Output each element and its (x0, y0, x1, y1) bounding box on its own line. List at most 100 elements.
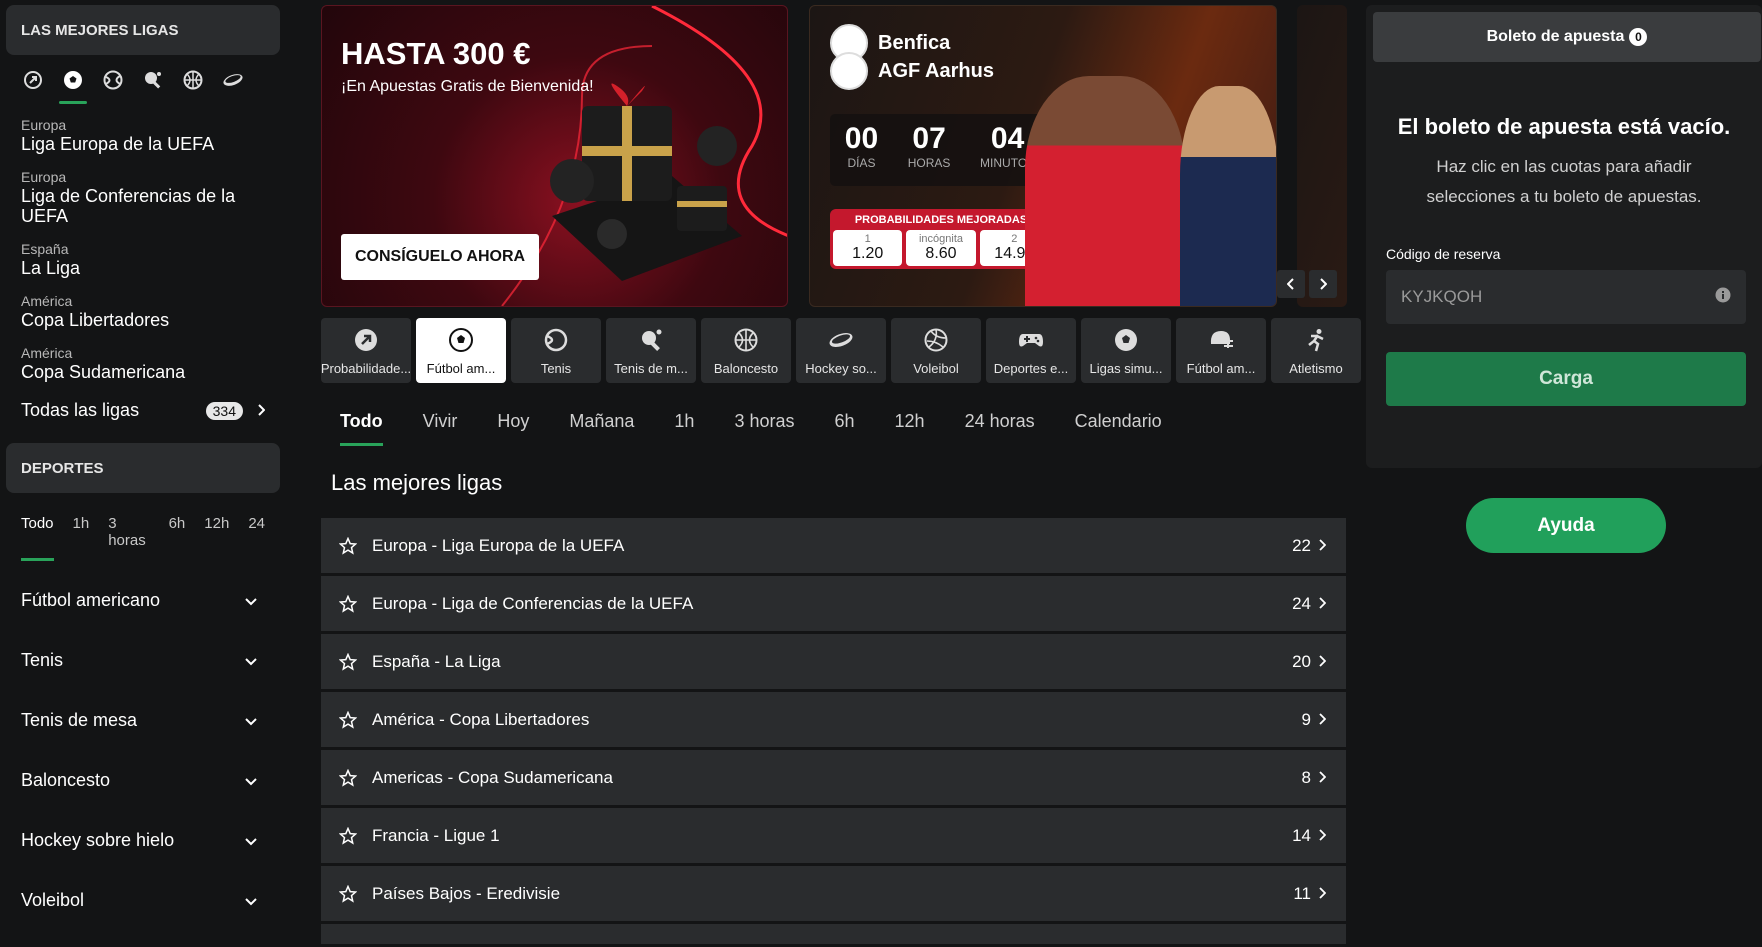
sport-tab-esports[interactable]: Deportes e... (986, 318, 1076, 383)
sport-tab-probabilities[interactable]: Probabilidade... (321, 318, 411, 383)
all-leagues-link[interactable]: Todas las ligas 334 (0, 400, 286, 421)
league-row[interactable]: España - La Liga 20 (321, 634, 1346, 689)
sport-tab-tennis[interactable]: Tenis (511, 318, 601, 383)
star-icon[interactable] (339, 884, 357, 903)
tab-todo[interactable]: Todo (340, 411, 383, 446)
league-row-count: 8 (1301, 767, 1311, 787)
odd-key: incógnita (918, 233, 964, 245)
betslip-header[interactable]: Boleto de apuesta 0 (1373, 12, 1761, 62)
next-banner-preview[interactable] (1297, 5, 1347, 307)
tab-tomorrow[interactable]: Mañana (569, 411, 634, 432)
league-category: España (21, 241, 69, 257)
league-row[interactable]: Europa - Liga de Conferencias de la UEFA… (321, 576, 1346, 631)
league-row-count: 11 (1293, 883, 1311, 903)
sidebar-sport-item[interactable]: Tenis de mesa (0, 690, 286, 750)
tab-label: Fútbol am... (1186, 361, 1256, 376)
load-button[interactable]: Carga (1386, 352, 1746, 406)
running-icon (1304, 328, 1328, 352)
table-tennis-icon[interactable] (142, 69, 164, 91)
promo-banner[interactable]: HASTA 300 € ¡En Apuestas Gratis de Bienv… (321, 5, 788, 307)
sport-tab-american-football[interactable]: Fútbol am... (1176, 318, 1266, 383)
sidebar-filter-6h[interactable]: 6h (169, 515, 186, 549)
chevron-right-icon (1319, 826, 1327, 846)
sidebar-sport-item[interactable]: Hockey sobre hielo (0, 810, 286, 870)
star-icon[interactable] (339, 594, 357, 613)
league-row[interactable]: América - Copa Libertadores 9 (321, 692, 1346, 747)
booking-code-label: Código de reserva (1386, 246, 1501, 262)
sport-label: Fútbol americano (21, 589, 161, 610)
sidebar-sport-item[interactable]: Tenis (0, 630, 286, 690)
tab-1h[interactable]: 1h (674, 411, 694, 432)
sidebar-league[interactable]: América Copa Sudamericana (0, 345, 286, 382)
league-row[interactable]: Americas - Copa Sudamericana 8 (321, 750, 1346, 805)
sport-tab-football[interactable]: Fútbol am... (416, 318, 506, 383)
odd-button-draw[interactable]: incógnita 8.60 (906, 230, 976, 266)
league-name: La Liga (21, 258, 81, 278)
league-row-count: 20 (1292, 651, 1311, 671)
league-row-count-group: 8 (1301, 767, 1327, 788)
days-label: DÍAS (847, 156, 876, 170)
sidebar-time-filter: Todo 1h 3 horas 6h 12h 24 (0, 515, 286, 561)
league-row-count: 22 (1292, 535, 1311, 555)
probability-icon[interactable] (22, 69, 44, 91)
sidebar-filter-1h[interactable]: 1h (73, 515, 90, 549)
league-category: Europa (21, 169, 67, 185)
tab-live[interactable]: Vivir (423, 411, 458, 432)
league-row-partial[interactable] (321, 924, 1346, 944)
tennis-icon[interactable] (102, 69, 124, 91)
soccer-icon[interactable] (59, 69, 87, 104)
sport-label: Tenis (21, 649, 64, 670)
carousel-next-button[interactable] (1309, 270, 1337, 298)
league-row-count-group: 20 (1292, 651, 1327, 672)
star-icon[interactable] (339, 826, 357, 845)
carousel-prev-button[interactable] (1277, 270, 1305, 298)
basketball-icon (734, 328, 758, 352)
hockey-icon[interactable] (222, 69, 244, 91)
booking-code-input[interactable] (1401, 287, 1715, 307)
sport-tab-table-tennis[interactable]: Tenis de m... (606, 318, 696, 383)
sidebar-league[interactable]: Europa Liga de Conferencias de la UEFA (0, 169, 286, 226)
basketball-icon[interactable] (182, 69, 204, 91)
tab-12h[interactable]: 12h (895, 411, 925, 432)
sidebar-filter-3h[interactable]: 3 horas (108, 515, 149, 549)
league-row-count: 24 (1292, 593, 1311, 613)
tennis-icon (544, 328, 568, 352)
star-icon[interactable] (339, 710, 357, 729)
sidebar-filter-24[interactable]: 24 (248, 515, 265, 549)
sidebar-filter-12h[interactable]: 12h (204, 515, 229, 549)
gamepad-icon (1018, 328, 1044, 352)
sidebar-sport-item[interactable]: Voleibol (0, 870, 286, 930)
odd-button-home[interactable]: 1 1.20 (833, 230, 903, 266)
info-icon[interactable] (1715, 287, 1731, 308)
sidebar-sport-item[interactable]: Fútbol americano (0, 570, 286, 630)
football-helmet-icon (1208, 328, 1234, 352)
sport-tab-simulated-leagues[interactable]: Ligas simu... (1081, 318, 1171, 383)
sidebar-league[interactable]: América Copa Libertadores (0, 293, 286, 330)
league-row[interactable]: Francia - Ligue 1 14 (321, 808, 1346, 863)
promo-cta-button[interactable]: CONSÍGUELO AHORA (341, 234, 540, 280)
tab-label: Fútbol am... (426, 361, 496, 376)
sidebar-sport-item[interactable]: Baloncesto (0, 750, 286, 810)
chevron-right-icon (1319, 768, 1327, 788)
star-icon[interactable] (339, 768, 357, 787)
match-banner[interactable]: Benfica AGF Aarhus 00 DÍAS 07 HORAS 04 MINU… (809, 5, 1277, 307)
boosted-odds-panel: PROBABILIDADES MEJORADAS 1 1.20 incógnita… (830, 209, 1052, 269)
sidebar-filter-all[interactable]: Todo (21, 515, 54, 561)
sidebar-league[interactable]: Europa Liga Europa de la UEFA (0, 117, 286, 154)
tab-24h[interactable]: 24 horas (965, 411, 1035, 432)
league-row[interactable]: Europa - Liga Europa de la UEFA 22 (321, 518, 1346, 573)
sport-tab-basketball[interactable]: Baloncesto (701, 318, 791, 383)
tab-6h[interactable]: 6h (835, 411, 855, 432)
booking-code-field[interactable] (1386, 270, 1746, 324)
tab-calendar[interactable]: Calendario (1075, 411, 1162, 432)
sidebar-league[interactable]: España La Liga (0, 241, 286, 278)
sport-tab-ice-hockey[interactable]: Hockey so... (796, 318, 886, 383)
sport-tab-volleyball[interactable]: Voleibol (891, 318, 981, 383)
star-icon[interactable] (339, 536, 357, 555)
help-button[interactable]: Ayuda (1466, 498, 1666, 553)
sport-tab-athletics[interactable]: Atletismo (1271, 318, 1361, 383)
tab-today[interactable]: Hoy (497, 411, 529, 432)
star-icon[interactable] (339, 652, 357, 671)
tab-3h[interactable]: 3 horas (734, 411, 794, 432)
league-row[interactable]: Países Bajos - Eredivisie 11 (321, 866, 1346, 921)
